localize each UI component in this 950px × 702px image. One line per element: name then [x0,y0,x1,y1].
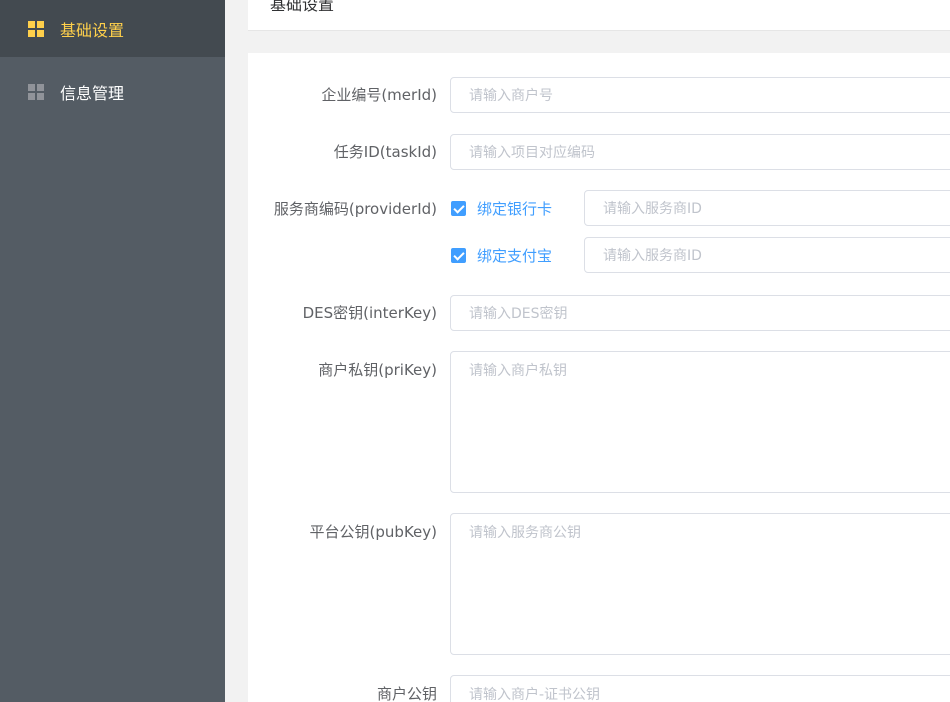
bank-provider-id-placeholder: 请输入服务商ID [603,201,702,217]
merchant-pubkey-textarea[interactable]: 请输入商户-证书公钥 [450,675,950,702]
bank-provider-id-input[interactable]: 请输入服务商ID [584,190,950,226]
bind-alipay-checkbox[interactable] [451,248,466,263]
sidebar-item-label: 信息管理 [60,83,125,103]
bind-bank-card-checkbox[interactable] [451,201,466,216]
alipay-provider-id-input[interactable]: 请输入服务商ID [584,237,950,273]
providerid-label: 服务商编码(providerId) [273,200,437,218]
merid-label: 企业编号(merId) [321,86,437,104]
grid-icon [28,83,44,100]
bind-alipay-label[interactable]: 绑定支付宝 [477,245,552,266]
interkey-placeholder: 请输入DES密钥 [469,306,568,322]
pubkey-textarea[interactable]: 请输入服务商公钥 [450,513,950,655]
alipay-provider-id-placeholder: 请输入服务商ID [603,248,702,264]
merid-input[interactable]: 请输入商户号 [450,77,950,113]
sidebar-item-label: 基础设置 [60,20,125,40]
page-title: 基础设置 [270,0,335,14]
merid-placeholder: 请输入商户号 [469,88,553,104]
pubkey-label: 平台公钥(pubKey) [309,523,437,541]
interkey-input[interactable]: 请输入DES密钥 [450,295,950,331]
merchant-pubkey-placeholder: 请输入商户-证书公钥 [469,687,601,702]
pubkey-placeholder: 请输入服务商公钥 [469,525,581,541]
taskid-placeholder: 请输入项目对应编码 [469,145,595,161]
prikey-label: 商户私钥(priKey) [318,361,437,379]
prikey-textarea[interactable]: 请输入商户私钥 [450,351,950,493]
sidebar-item-info-management[interactable]: 信息管理 [0,63,225,120]
settings-form: 企业编号(merId) 请输入商户号 任务ID(taskId) 请输入项目对应编… [248,53,950,702]
page-header: 基础设置 [248,0,950,31]
merchant-pubkey-label: 商户公钥 [376,685,437,702]
sidebar: 基础设置 信息管理 [0,0,225,702]
bind-bank-card-label[interactable]: 绑定银行卡 [477,198,552,219]
prikey-placeholder: 请输入商户私钥 [469,363,567,379]
grid-icon [28,20,44,37]
taskid-label: 任务ID(taskId) [333,143,437,161]
sidebar-item-basic-settings[interactable]: 基础设置 [0,0,225,57]
interkey-label: DES密钥(interKey) [302,304,437,322]
taskid-input[interactable]: 请输入项目对应编码 [450,134,950,170]
